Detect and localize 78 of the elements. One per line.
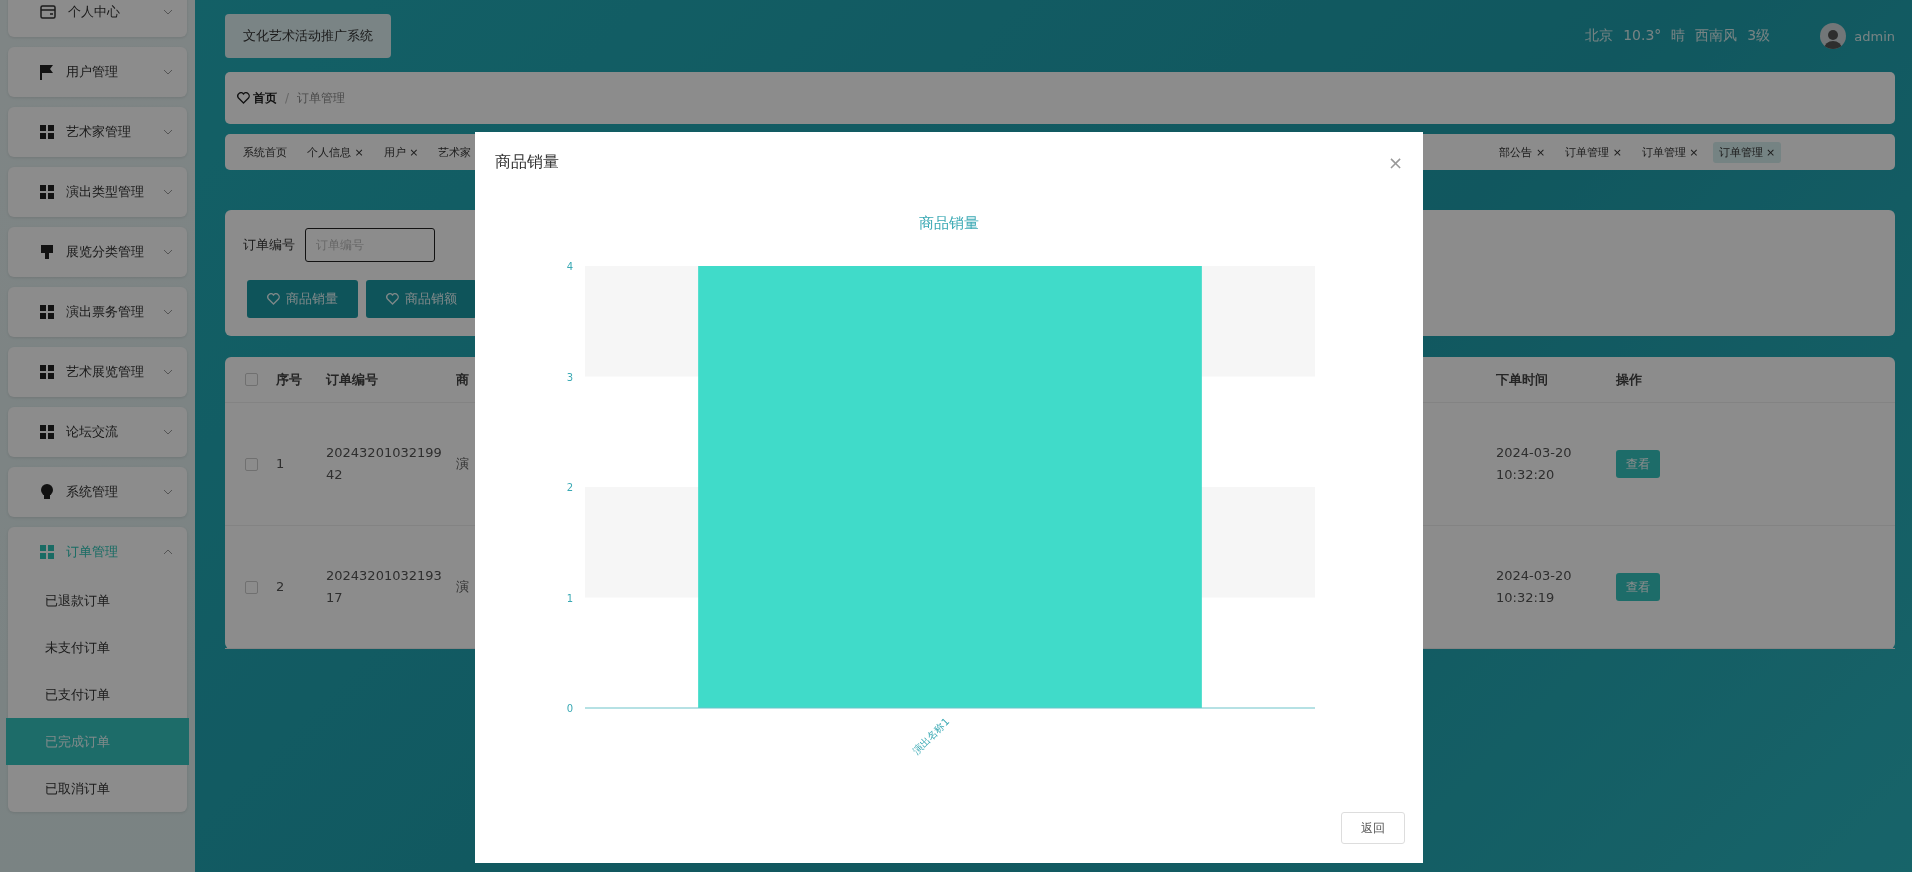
table-cell: 2024320103219317	[320, 526, 450, 649]
column-header: 订单编号	[320, 357, 450, 403]
breadcrumb-item: 订单管理	[297, 89, 346, 107]
bulb-icon	[40, 484, 54, 500]
page-tab[interactable]: 系统首页	[237, 141, 293, 163]
grid-icon	[40, 305, 54, 319]
table-cell: 2	[270, 526, 320, 649]
heart-icon	[386, 293, 399, 305]
weather-text: 西南风	[1695, 27, 1738, 45]
dialog-title: 商品销量	[495, 151, 560, 173]
table-cell: 2024-03-20 10:32:20	[1490, 403, 1610, 526]
checkbox[interactable]	[245, 373, 258, 386]
table-cell: 1	[270, 403, 320, 526]
axis-tick-label: 1	[566, 592, 573, 604]
chevron-icon	[163, 489, 173, 495]
chevron-icon	[163, 69, 173, 75]
back-button[interactable]: 返回	[1341, 812, 1405, 844]
sidebar-item[interactable]: 系统管理	[8, 467, 187, 517]
close-button[interactable]: ×	[1387, 151, 1403, 173]
weather-text: 北京	[1585, 27, 1614, 45]
table-cell: 2024320103219942	[320, 403, 450, 526]
sidebar-item[interactable]: 演出票务管理	[8, 287, 187, 337]
checkbox[interactable]	[245, 457, 258, 471]
submenu-item[interactable]: 已退款订单	[6, 577, 189, 624]
sidebar-item[interactable]: 用户管理	[8, 47, 187, 97]
axis-tick-label: 3	[566, 371, 573, 383]
page-tab[interactable]: 部公告 ×	[1493, 141, 1552, 163]
sidebar-item[interactable]: 论坛交流	[8, 407, 187, 457]
grid-icon	[40, 365, 54, 379]
column-header: 下单时间	[1490, 357, 1610, 403]
page-tab[interactable]: 订单管理 ×	[1559, 141, 1628, 163]
page-tab[interactable]: 艺术家	[432, 141, 478, 163]
sidebar-item[interactable]: 艺术家管理	[8, 107, 187, 157]
chevron-icon	[163, 549, 173, 555]
axis-tick-label: 0	[566, 703, 573, 714]
breadcrumb-separator: /	[285, 91, 290, 105]
grid-icon	[40, 425, 54, 439]
heart-icon	[237, 92, 250, 104]
sidebar-item[interactable]: 演出类型管理	[8, 167, 187, 217]
grid-icon	[40, 125, 54, 139]
sidebar-item[interactable]: 展览分类管理	[8, 227, 187, 277]
chevron-icon	[163, 249, 173, 255]
page-tab[interactable]: 订单管理 ×	[1712, 141, 1782, 163]
chevron-icon	[163, 369, 173, 375]
flag-icon	[40, 64, 54, 80]
submenu-item[interactable]: 已支付订单	[6, 671, 189, 718]
column-header: 序号	[270, 357, 320, 403]
grid-icon	[40, 545, 54, 559]
app-title: 文化艺术活动推广系统	[225, 14, 391, 58]
chevron-icon	[163, 429, 173, 435]
table-cell: 2024-03-20 10:32:19	[1490, 526, 1610, 649]
submenu-item[interactable]: 未支付订单	[6, 624, 189, 671]
checkbox[interactable]	[245, 580, 258, 594]
sidebar-item[interactable]: 个人中心	[8, 0, 187, 37]
chevron-icon	[163, 129, 173, 135]
submenu-item[interactable]: 已取消订单	[6, 765, 189, 812]
chevron-icon	[163, 309, 173, 315]
axis-tick-label: 4	[566, 261, 573, 272]
pin-icon	[40, 244, 54, 260]
weather-text: 3级	[1747, 27, 1771, 45]
page-tab[interactable]: 用户 ×	[377, 141, 425, 163]
page-tab[interactable]: 订单管理 ×	[1635, 141, 1705, 163]
weather-text: 10.3°	[1623, 27, 1662, 45]
page-tab[interactable]: 个人信息 ×	[301, 141, 370, 163]
axis-tick-label: 2	[566, 482, 573, 493]
chevron-icon	[163, 9, 173, 15]
avatar-icon	[1820, 23, 1847, 49]
weather-text: 晴	[1671, 27, 1686, 45]
chart-title: 商品销量	[919, 214, 979, 232]
chevron-icon	[163, 189, 173, 195]
field-label: 订单编号	[243, 236, 295, 254]
heart-icon	[267, 293, 280, 305]
category-label: 演出名称1	[910, 715, 952, 757]
breadcrumb-link[interactable]: 首页	[237, 89, 277, 107]
wallet-icon	[40, 5, 56, 19]
sidebar-item[interactable]: 艺术展览管理	[8, 347, 187, 397]
column-header: 操作	[1610, 357, 1895, 403]
grid-icon	[40, 185, 54, 199]
